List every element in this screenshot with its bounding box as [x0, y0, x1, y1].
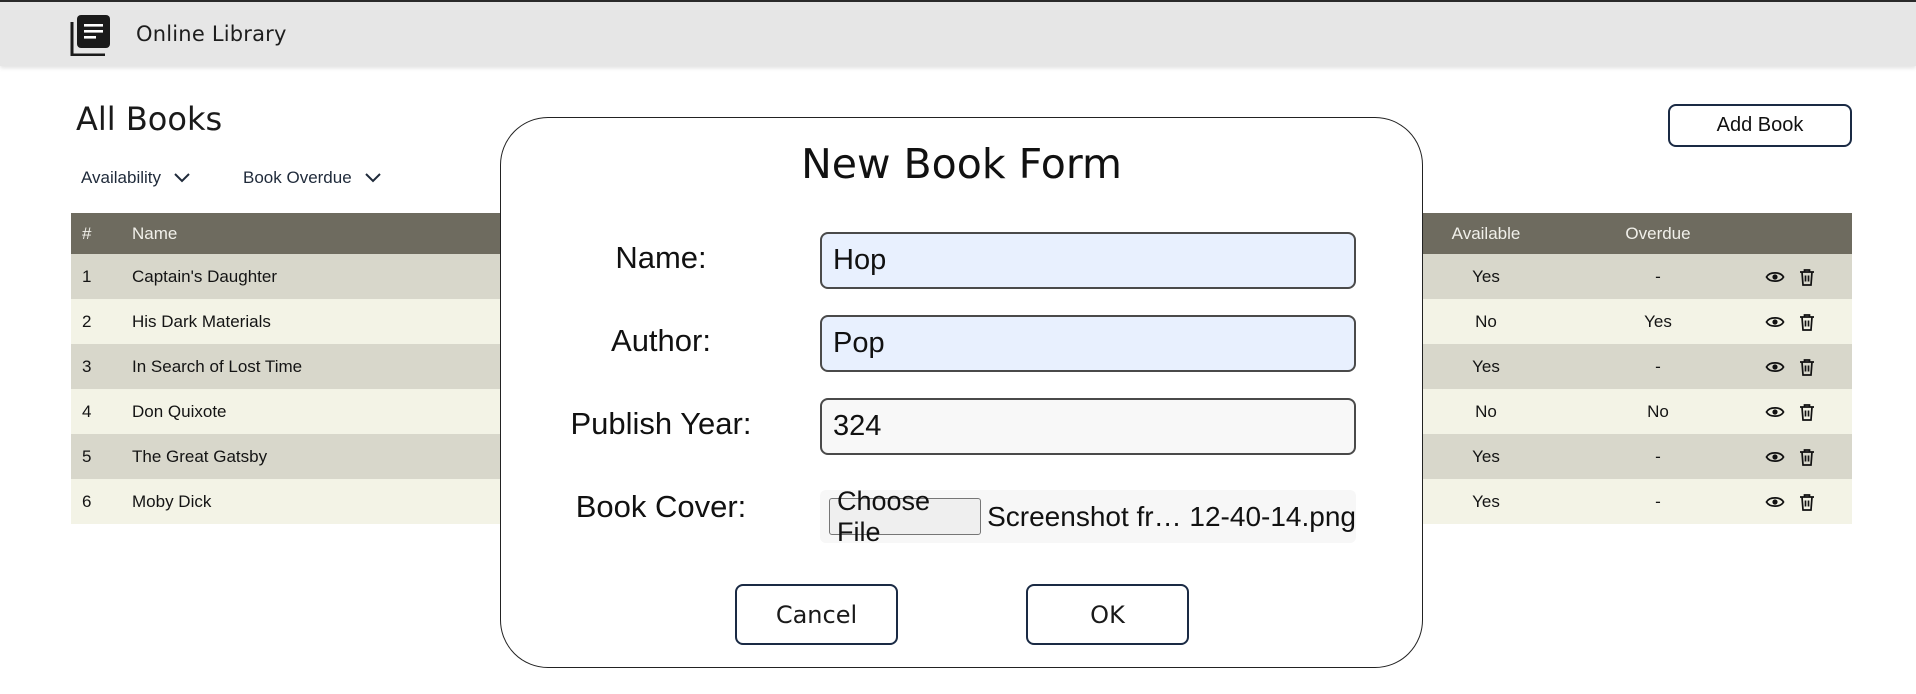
page-title: All Books — [76, 100, 223, 138]
column-header-number: # — [82, 223, 92, 243]
name-label: Name: — [615, 240, 707, 275]
overdue-value: - — [1655, 446, 1661, 466]
availability-value: Yes — [1472, 446, 1500, 466]
book-name: His Dark Materials — [132, 311, 271, 331]
availability-filter-dropdown[interactable]: Availability — [81, 168, 191, 188]
add-book-button[interactable]: Add Book — [1668, 104, 1852, 147]
row-actions — [1751, 434, 1831, 479]
availability-value: Yes — [1472, 491, 1500, 511]
choose-file-button[interactable]: Choose File — [829, 486, 982, 547]
eye-icon[interactable] — [1765, 402, 1785, 422]
eye-icon[interactable] — [1765, 312, 1785, 332]
availability-value: No — [1475, 311, 1497, 331]
name-field[interactable] — [820, 232, 1356, 289]
row-actions — [1751, 344, 1831, 389]
row-number: 5 — [82, 446, 92, 466]
author-label: Author: — [611, 323, 711, 358]
app-title: Online Library — [136, 22, 287, 46]
book-cover-file-input[interactable]: Choose File Screenshot fr… 12-40-14.png — [820, 486, 1356, 547]
availability-value: Yes — [1472, 356, 1500, 376]
row-actions — [1751, 299, 1831, 344]
book-name: Don Quixote — [132, 401, 227, 421]
book-name: The Great Gatsby — [132, 446, 268, 466]
row-actions — [1751, 479, 1831, 524]
column-header-name: Name — [132, 223, 178, 243]
overdue-value: Yes — [1644, 311, 1672, 331]
trash-icon[interactable] — [1797, 357, 1817, 377]
availability-value: Yes — [1472, 266, 1500, 286]
chevron-down-icon — [174, 173, 190, 183]
trash-icon[interactable] — [1797, 312, 1817, 332]
overdue-value: No — [1647, 401, 1669, 421]
selected-file-name: Screenshot fr… 12-40-14.png — [987, 500, 1356, 532]
overdue-value: - — [1655, 491, 1661, 511]
row-actions — [1751, 389, 1831, 434]
trash-icon[interactable] — [1797, 492, 1817, 512]
row-number: 2 — [82, 311, 92, 331]
publish-year-label: Publish Year: — [570, 406, 752, 441]
overdue-value: - — [1655, 266, 1661, 286]
top-bar: Online Library — [0, 0, 1916, 66]
modal-title: New Book Form — [801, 140, 1122, 188]
author-field[interactable] — [820, 315, 1356, 372]
eye-icon[interactable] — [1765, 447, 1785, 467]
column-header-available: Available — [1451, 223, 1521, 243]
new-book-modal: New Book Form Name: Author: Publish Year… — [500, 117, 1423, 668]
row-number: 4 — [82, 401, 92, 421]
trash-icon[interactable] — [1797, 402, 1817, 422]
book-name: Moby Dick — [132, 491, 212, 511]
publish-year-field[interactable] — [820, 398, 1356, 455]
chevron-down-icon — [364, 173, 381, 183]
trash-icon[interactable] — [1797, 447, 1817, 467]
overdue-value: - — [1655, 356, 1661, 376]
cancel-button[interactable]: Cancel — [735, 584, 898, 645]
ok-button[interactable]: OK — [1026, 584, 1189, 645]
row-actions — [1751, 254, 1831, 299]
book-name: Captain's Daughter — [132, 266, 277, 286]
row-number: 1 — [82, 266, 92, 286]
row-number: 6 — [82, 491, 92, 511]
column-header-overdue: Overdue — [1625, 223, 1691, 243]
book-cover-label: Book Cover: — [575, 489, 747, 524]
overdue-filter-dropdown[interactable]: Book Overdue — [243, 168, 382, 188]
trash-icon[interactable] — [1797, 267, 1817, 287]
overdue-filter-label: Book Overdue — [243, 168, 352, 187]
eye-icon[interactable] — [1765, 492, 1785, 512]
eye-icon[interactable] — [1765, 357, 1785, 377]
book-name: In Search of Lost Time — [132, 356, 303, 376]
eye-icon[interactable] — [1765, 267, 1785, 287]
availability-filter-label: Availability — [81, 168, 162, 187]
book-stack-icon[interactable] — [69, 14, 111, 56]
row-number: 3 — [82, 356, 92, 376]
availability-value: No — [1475, 401, 1497, 421]
